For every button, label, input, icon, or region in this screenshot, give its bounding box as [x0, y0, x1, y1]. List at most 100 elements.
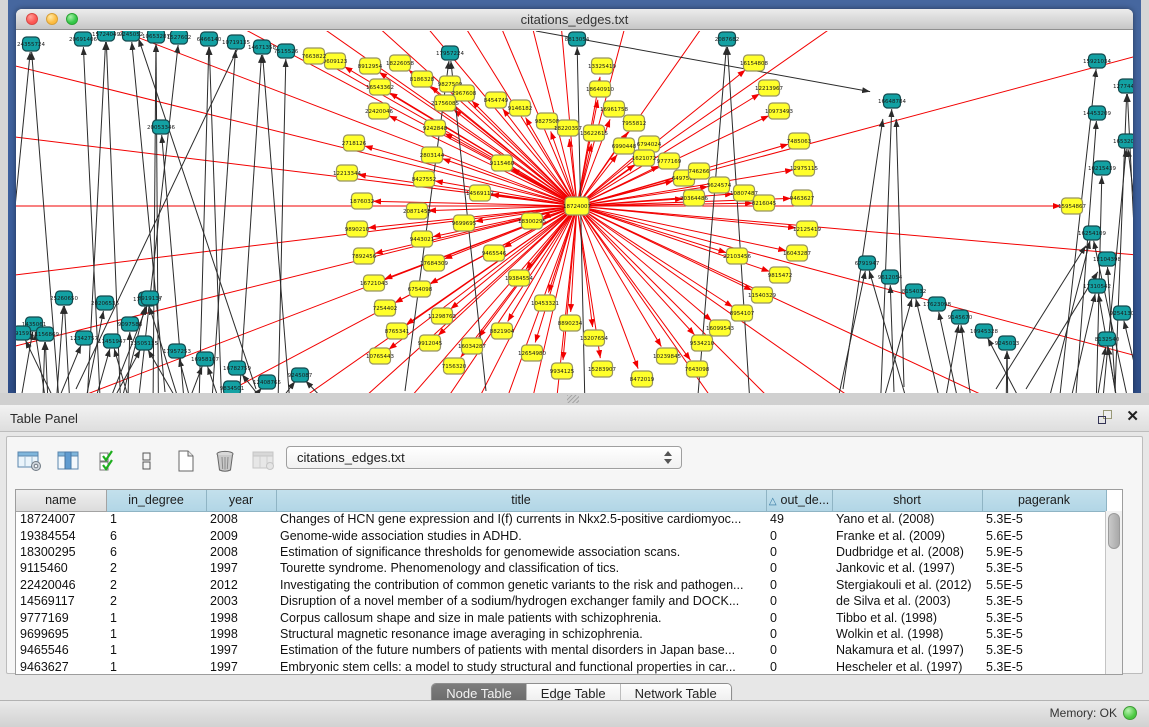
- graph-node[interactable]: 9145670: [948, 310, 973, 324]
- graph-node[interactable]: 2718126: [342, 135, 367, 151]
- table-cell[interactable]: 0: [766, 544, 832, 560]
- table-cell[interactable]: 5.3E-5: [982, 560, 1106, 576]
- table-cell[interactable]: 2008: [206, 544, 276, 560]
- table-cell[interactable]: Investigating the contribution of common…: [276, 577, 766, 593]
- table-cell[interactable]: 0: [766, 626, 832, 642]
- graph-node[interactable]: 9912045: [418, 335, 443, 351]
- graph-node[interactable]: 16532098: [1113, 134, 1133, 148]
- column-header-title[interactable]: title: [276, 490, 766, 511]
- graph-node[interactable]: 19384554: [505, 270, 533, 286]
- graph-node[interactable]: 20364486: [680, 190, 708, 206]
- graph-node[interactable]: 16043287: [783, 245, 811, 261]
- zoom-button[interactable]: [66, 13, 78, 25]
- table-cell[interactable]: Stergiakouli et al. (2012): [832, 577, 982, 593]
- graph-node[interactable]: 17684309: [420, 255, 448, 271]
- graph-node[interactable]: 16543362: [366, 79, 394, 95]
- graph-node[interactable]: 15283907: [588, 361, 616, 377]
- graph-node[interactable]: 12342757: [70, 331, 98, 345]
- graph-node[interactable]: 7663822: [302, 48, 327, 64]
- table-row[interactable]: 1872400712008Changes of HCN gene express…: [16, 511, 1106, 527]
- graph-node[interactable]: 12125419: [793, 221, 821, 237]
- table-cell[interactable]: 9777169: [16, 609, 106, 625]
- table-cell[interactable]: 49: [766, 511, 832, 527]
- graph-node[interactable]: 7955812: [622, 115, 647, 131]
- column-header-pagerank[interactable]: pagerank: [982, 490, 1106, 511]
- graph-node[interactable]: 7892456: [352, 248, 377, 264]
- table-cell[interactable]: 2: [106, 560, 206, 576]
- graph-node[interactable]: 9245013: [995, 336, 1020, 350]
- graph-node[interactable]: 8954107: [730, 305, 755, 321]
- graph-node[interactable]: 16034287: [458, 338, 486, 354]
- graph-node[interactable]: 12104398: [1093, 252, 1121, 266]
- table-cell[interactable]: 2: [106, 593, 206, 609]
- graph-node[interactable]: 12774401: [1113, 79, 1133, 93]
- table-cell[interactable]: Tourette syndrome. Phenomenology and cla…: [276, 560, 766, 576]
- graph-node[interactable]: 8813054: [565, 32, 590, 46]
- table-cell[interactable]: 2: [106, 577, 206, 593]
- graph-node[interactable]: 10945328: [970, 324, 998, 338]
- table-cell[interactable]: Genome-wide association studies in ADHD.: [276, 527, 766, 543]
- graph-node[interactable]: 12654980: [518, 345, 546, 361]
- minimize-button[interactable]: [46, 13, 58, 25]
- graph-node[interactable]: 14569117: [466, 185, 494, 201]
- table-cell[interactable]: 1997: [206, 560, 276, 576]
- graph-node[interactable]: 9815472: [768, 267, 793, 283]
- graph-node[interactable]: 10973493: [765, 103, 793, 119]
- graph-node[interactable]: 9890210: [345, 221, 370, 237]
- import-table-icon[interactable]: [249, 446, 279, 476]
- graph-node[interactable]: 22420046: [365, 103, 393, 119]
- graph-node[interactable]: 9146182: [508, 100, 533, 116]
- table-cell[interactable]: 1997: [206, 642, 276, 658]
- table-cell[interactable]: 0: [766, 609, 832, 625]
- table-cell[interactable]: Wolkin et al. (1998): [832, 626, 982, 642]
- graph-node[interactable]: 8912954: [358, 58, 383, 74]
- graph-node[interactable]: 22103456: [723, 248, 751, 264]
- graph-node[interactable]: 7156320: [442, 358, 467, 374]
- table-cell[interactable]: 1: [106, 511, 206, 527]
- graph-node[interactable]: 16254109: [1078, 226, 1106, 240]
- table-cell[interactable]: 22420046: [16, 577, 106, 593]
- table-cell[interactable]: 1: [106, 626, 206, 642]
- table-cell[interactable]: 5.6E-5: [982, 527, 1106, 543]
- graph-node[interactable]: 8765341: [385, 323, 410, 339]
- graph-node[interactable]: 11540329: [748, 287, 776, 303]
- table-cell[interactable]: Disruption of a novel member of a sodium…: [276, 593, 766, 609]
- column-header-name[interactable]: name: [16, 490, 106, 511]
- table-cell[interactable]: 1998: [206, 609, 276, 625]
- table-row[interactable]: 911546021997Tourette syndrome. Phenomeno…: [16, 560, 1106, 576]
- table-cell[interactable]: 1: [106, 609, 206, 625]
- table-cell[interactable]: Estimation of significance thresholds fo…: [276, 544, 766, 560]
- node-table[interactable]: namein_degreeyeartitle△out_de...shortpag…: [16, 490, 1107, 675]
- table-cell[interactable]: 2008: [206, 511, 276, 527]
- graph-node[interactable]: 9612054: [878, 270, 903, 284]
- graph-node[interactable]: 9609123: [323, 53, 348, 69]
- graph-node[interactable]: 8216045: [752, 195, 777, 211]
- graph-node[interactable]: 11298763: [428, 308, 456, 324]
- table-cell[interactable]: 2009: [206, 527, 276, 543]
- table-cell[interactable]: 0: [766, 659, 832, 675]
- graph-node[interactable]: 14453209: [1083, 106, 1111, 120]
- graph-node[interactable]: 17957224: [436, 46, 464, 60]
- graph-node[interactable]: 9245087: [288, 368, 313, 382]
- table-cell[interactable]: 0: [766, 593, 832, 609]
- graph-node[interactable]: 18640910: [586, 81, 614, 97]
- table-cell[interactable]: Estimation of the future numbers of pati…: [276, 642, 766, 658]
- table-cell[interactable]: 9699695: [16, 626, 106, 642]
- graph-node[interactable]: 16648784: [878, 94, 906, 108]
- network-canvas[interactable]: 9609123891295418226058818632898275092967…: [16, 31, 1133, 393]
- table-row[interactable]: 2242004622012Investigating the contribut…: [16, 577, 1106, 593]
- graph-node[interactable]: 6990448: [612, 138, 637, 154]
- column-visibility-icon[interactable]: [54, 446, 84, 476]
- graph-node[interactable]: 11451947: [98, 334, 126, 348]
- graph-node[interactable]: 20871455: [403, 203, 431, 219]
- table-cell[interactable]: 5.9E-5: [982, 544, 1106, 560]
- table-cell[interactable]: 9115460: [16, 560, 106, 576]
- table-cell[interactable]: Jankovic et al. (1997): [832, 560, 982, 576]
- graph-node[interactable]: 16154808: [740, 55, 768, 71]
- graph-node[interactable]: 8821904: [490, 323, 515, 339]
- graph-node[interactable]: 18220357: [554, 120, 582, 136]
- column-header-in_degree[interactable]: in_degree: [106, 490, 206, 511]
- table-cell[interactable]: Embryonic stem cells: a model to study s…: [276, 659, 766, 675]
- graph-node[interactable]: 6754098: [408, 281, 433, 297]
- graph-node[interactable]: 16721043: [360, 275, 388, 291]
